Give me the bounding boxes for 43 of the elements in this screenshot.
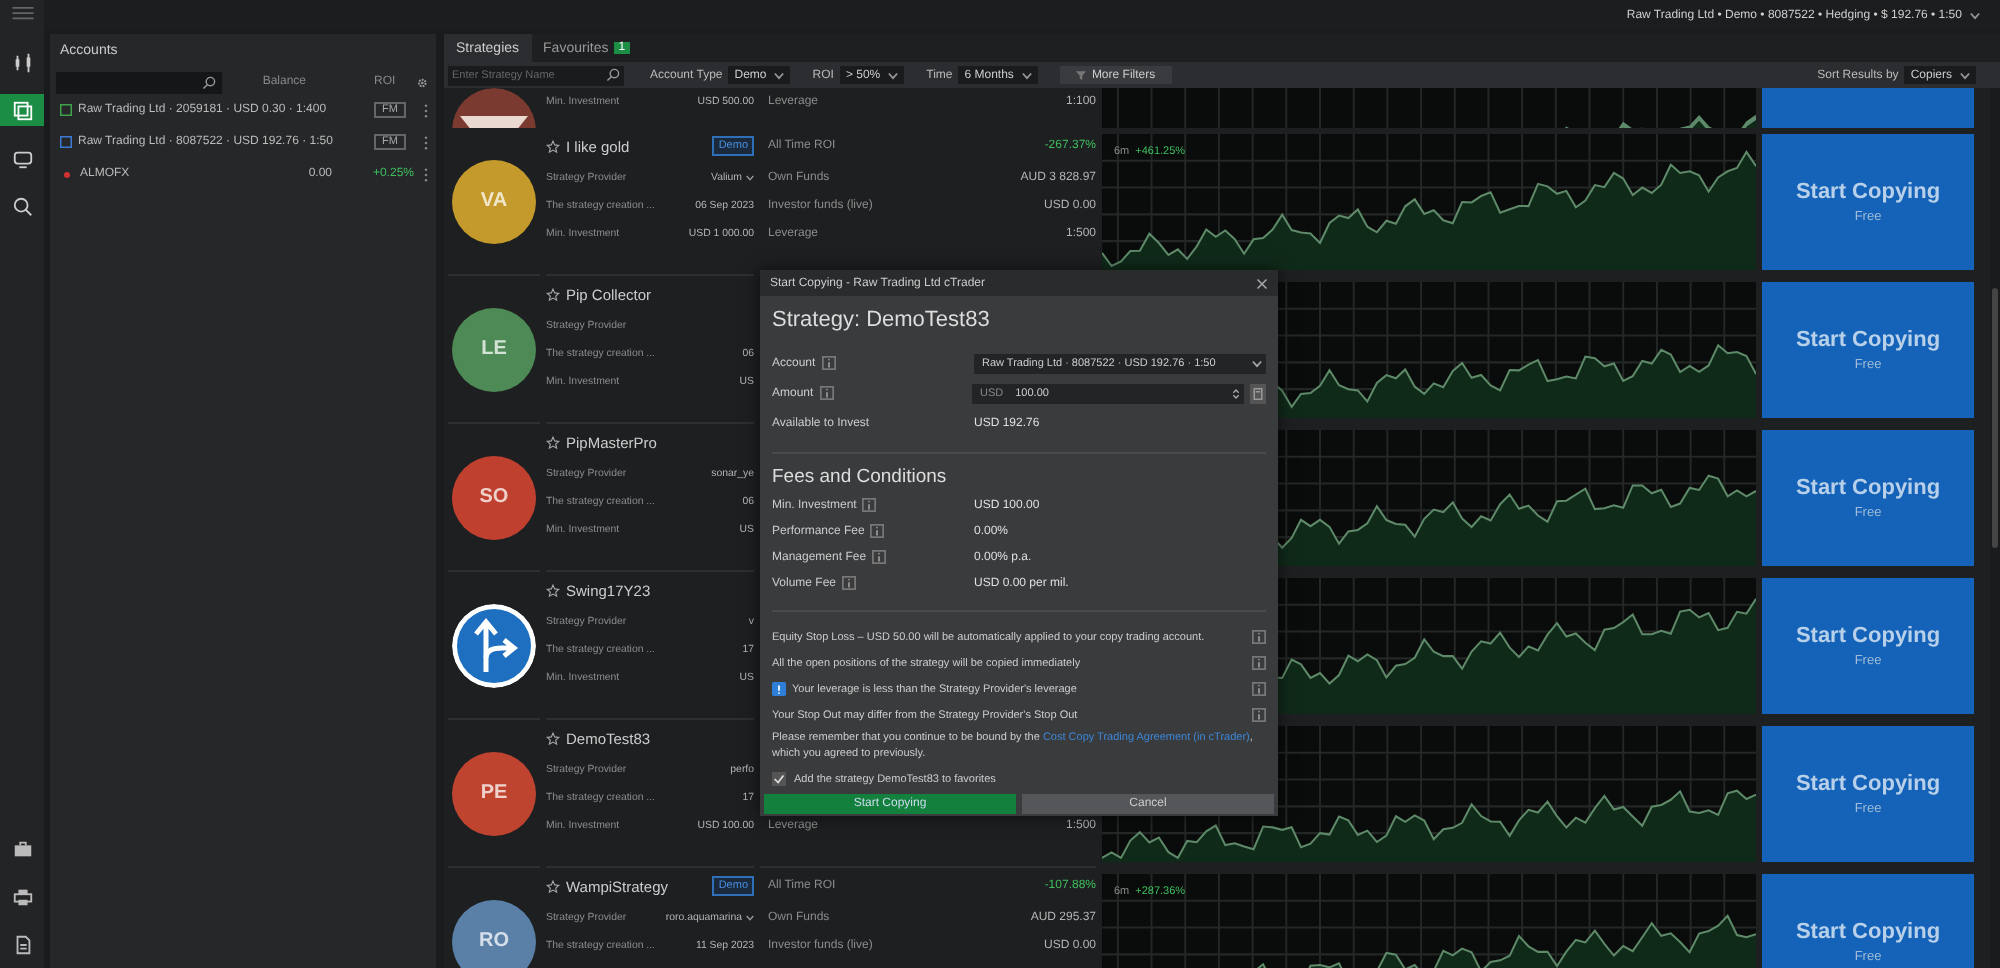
info-icon[interactable] <box>842 576 857 590</box>
scrollbar[interactable] <box>1990 88 2000 968</box>
copy-nav-icon[interactable] <box>0 94 44 126</box>
info-icon[interactable] <box>1252 708 1266 722</box>
star-icon[interactable] <box>546 287 560 301</box>
search-icon <box>202 75 217 89</box>
info-icon[interactable] <box>821 356 836 370</box>
caret-icon <box>1252 359 1262 367</box>
close-icon[interactable] <box>1256 277 1268 289</box>
caret-icon <box>1021 71 1032 79</box>
caret-icon <box>1970 11 1980 19</box>
avatar: LE <box>452 307 536 391</box>
info-icon[interactable] <box>1252 682 1266 696</box>
star-icon[interactable] <box>546 879 560 893</box>
search-icon <box>606 68 620 82</box>
checkbox[interactable] <box>772 772 786 786</box>
caret-icon <box>746 914 754 922</box>
info-icon[interactable] <box>870 524 885 538</box>
settings-icon[interactable] <box>415 75 428 89</box>
caret-icon <box>888 71 899 79</box>
star-icon[interactable] <box>546 583 560 597</box>
spinner-icon[interactable] <box>1232 387 1240 399</box>
avatar: PE <box>452 751 536 835</box>
star-icon[interactable] <box>546 435 560 449</box>
calculator-button[interactable] <box>1250 383 1266 403</box>
star-icon[interactable] <box>546 731 560 745</box>
info-icon[interactable] <box>872 550 887 564</box>
caret-icon <box>1960 71 1970 79</box>
avatar: VA <box>452 159 536 243</box>
info-icon[interactable] <box>819 386 834 400</box>
avatar: SO <box>452 455 536 539</box>
avatar: RO <box>452 899 536 968</box>
info-icon[interactable] <box>1252 656 1266 670</box>
menu-icon[interactable] <box>11 6 33 20</box>
strategy-heading: Strategy: DemoTest83 <box>772 308 992 332</box>
caret-icon <box>746 174 754 182</box>
star-icon[interactable] <box>546 139 560 153</box>
info-icon[interactable] <box>862 498 877 512</box>
filter-icon <box>1075 70 1086 80</box>
info-icon[interactable] <box>1252 630 1266 644</box>
search-field[interactable] <box>56 71 223 93</box>
section-heading: Fees and Conditions <box>772 466 949 488</box>
caret-icon <box>774 71 785 79</box>
